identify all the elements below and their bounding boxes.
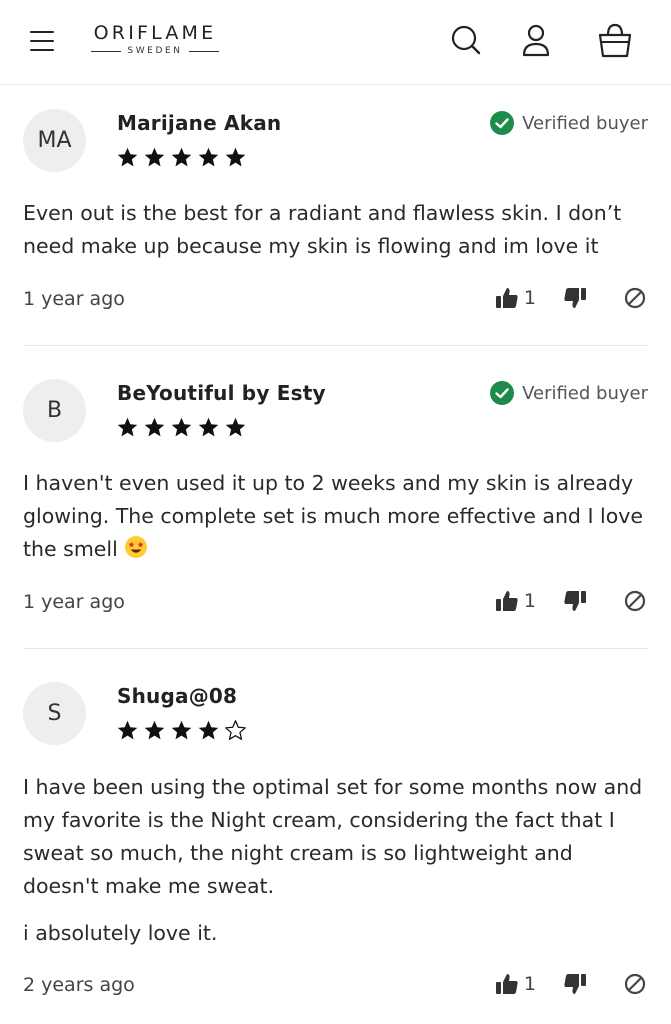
dislike-button[interactable]	[562, 971, 588, 997]
like-count: 1	[523, 287, 536, 309]
star-filled-icon	[116, 719, 139, 746]
review-divider	[23, 648, 648, 649]
star-filled-icon	[197, 719, 220, 746]
star-filled-icon	[116, 146, 139, 173]
brand-logo[interactable]: ORIFLAME SWEDEN	[84, 22, 226, 56]
star-filled-icon	[170, 416, 193, 443]
brand-name: ORIFLAME	[93, 22, 217, 44]
thumbs-up-icon	[495, 591, 518, 611]
review-text: Even out is the best for a radiant and f…	[23, 201, 622, 258]
like-count: 1	[523, 590, 536, 612]
reviewer-name: BeYoutiful by Esty	[117, 381, 326, 405]
reviewer-name: Marijane Akan	[117, 111, 282, 135]
star-filled-icon	[224, 416, 247, 443]
star-filled-icon	[143, 146, 166, 173]
review-time: 1 year ago	[23, 591, 125, 613]
shopping-bag-icon[interactable]	[595, 20, 635, 60]
thumbs-down-icon	[564, 288, 586, 308]
report-button[interactable]	[622, 588, 648, 614]
avatar: B	[23, 379, 86, 442]
star-rating	[116, 146, 247, 173]
review-actions: 1	[494, 971, 648, 997]
review-text: I haven't even used it up to 2 weeks and…	[23, 467, 643, 566]
review-text: i absolutely love it.	[23, 921, 218, 945]
reviewer-name: Shuga@08	[117, 684, 238, 708]
report-button[interactable]	[622, 971, 648, 997]
review-time: 1 year ago	[23, 288, 125, 310]
thumbs-down-icon	[564, 591, 586, 611]
search-icon[interactable]	[446, 20, 486, 60]
star-filled-icon	[224, 146, 247, 173]
star-filled-icon	[170, 719, 193, 746]
avatar: S	[23, 682, 86, 745]
verified-buyer-badge: Verified buyer	[490, 381, 648, 405]
review-text-content: I haven't even used it up to 2 weeks and…	[23, 471, 644, 561]
star-filled-icon	[197, 146, 220, 173]
top-header: ORIFLAME SWEDEN	[0, 0, 671, 85]
avatar: MA	[23, 109, 86, 172]
star-rating	[116, 719, 247, 746]
star-rating	[116, 416, 247, 443]
star-struck-emoji	[125, 536, 148, 558]
dislike-button[interactable]	[562, 285, 588, 311]
report-icon	[624, 287, 646, 309]
report-icon	[624, 973, 646, 995]
star-filled-icon	[143, 416, 166, 443]
star-filled-icon	[197, 416, 220, 443]
like-button[interactable]: 1	[494, 588, 536, 614]
check-circle-icon	[490, 381, 515, 405]
review-actions: 1	[494, 285, 648, 311]
check-circle-icon	[490, 111, 515, 135]
review-time: 2 years ago	[23, 974, 135, 996]
like-count: 1	[523, 973, 536, 995]
like-button[interactable]: 1	[494, 285, 536, 311]
star-filled-icon	[143, 719, 166, 746]
thumbs-up-icon	[495, 288, 518, 308]
verified-buyer-badge: Verified buyer	[490, 111, 648, 135]
star-empty-icon	[224, 719, 247, 746]
star-filled-icon	[116, 416, 139, 443]
brand-subtitle: SWEDEN	[127, 46, 183, 56]
review-divider	[23, 345, 648, 346]
star-filled-icon	[170, 146, 193, 173]
thumbs-up-icon	[495, 974, 518, 994]
hamburger-menu-icon[interactable]	[28, 26, 56, 56]
verified-label: Verified buyer	[522, 382, 648, 404]
review-text: I have been using the optimal set for so…	[23, 775, 643, 898]
report-button[interactable]	[622, 285, 648, 311]
dislike-button[interactable]	[562, 588, 588, 614]
user-icon[interactable]	[516, 20, 556, 60]
thumbs-down-icon	[564, 974, 586, 994]
report-icon	[624, 590, 646, 612]
review-actions: 1	[494, 588, 648, 614]
like-button[interactable]: 1	[494, 971, 536, 997]
verified-label: Verified buyer	[522, 112, 648, 134]
